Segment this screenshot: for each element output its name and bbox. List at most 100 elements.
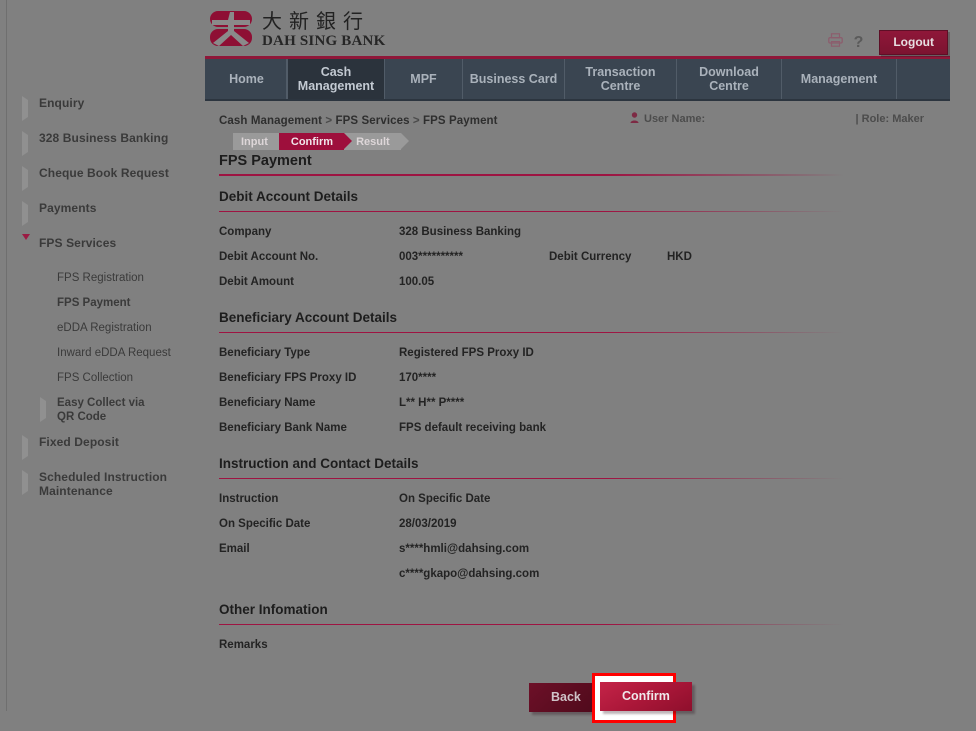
sidebar-item-scheduled-instruction-maintenance[interactable]: Scheduled Instruction Maintenance bbox=[22, 470, 200, 498]
main-panel: 大新銀行 DAH SING BANK ? Logout Home Cash Ma… bbox=[205, 0, 950, 731]
triangle-down-icon bbox=[22, 234, 34, 258]
field-value: 328 Business Banking bbox=[399, 226, 522, 238]
tab-management[interactable]: Management bbox=[782, 59, 897, 99]
tab-home[interactable]: Home bbox=[207, 59, 287, 99]
sidebar-item-label: FPS Services bbox=[39, 236, 117, 250]
sidebar-item-edda-registration[interactable]: eDDA Registration bbox=[40, 321, 200, 335]
table-row: Debit Amount 100.05 bbox=[219, 275, 692, 300]
field-value bbox=[399, 638, 549, 663]
table-row: Instruction On Specific Date bbox=[219, 492, 649, 517]
sidebar-item-label: 328 Business Banking bbox=[39, 131, 169, 145]
breadcrumb-row: Cash Management > FPS Services > FPS Pay… bbox=[205, 101, 950, 150]
other-information-table: Remarks bbox=[219, 638, 549, 663]
field-label: On Specific Date bbox=[219, 518, 311, 530]
section-divider bbox=[219, 211, 844, 212]
tab-mpf[interactable]: MPF bbox=[385, 59, 463, 99]
triangle-right-icon bbox=[40, 397, 51, 422]
section-title-instruction-and-contact-details: Instruction and Contact Details bbox=[219, 456, 419, 471]
field-label: Remarks bbox=[219, 639, 268, 651]
step-result: Result bbox=[344, 133, 409, 150]
logout-button[interactable]: Logout bbox=[879, 30, 948, 55]
sidebar-item-fps-payment[interactable]: FPS Payment bbox=[40, 296, 200, 310]
brand-wordmark: DAH SING BANK bbox=[262, 33, 386, 49]
sidebar-item-label: Enquiry bbox=[39, 96, 85, 110]
field-label: Debit Amount bbox=[219, 276, 294, 288]
sidebar-item-label: FPS Payment bbox=[57, 297, 131, 309]
tab-business-card[interactable]: Business Card bbox=[463, 59, 565, 99]
field-value: FPS default receiving bank bbox=[399, 422, 546, 434]
debit-account-details-table: Company 328 Business Banking Debit Accou… bbox=[219, 225, 692, 300]
tab-download-centre[interactable]: Download Centre bbox=[677, 59, 782, 99]
field-value: 28/03/2019 bbox=[399, 518, 457, 530]
sidebar-item-fps-collection[interactable]: FPS Collection bbox=[40, 371, 200, 385]
help-icon[interactable]: ? bbox=[854, 34, 864, 50]
triangle-right-icon bbox=[22, 166, 34, 191]
triangle-right-icon bbox=[22, 96, 34, 121]
section-title-other-information: Other Infomation bbox=[219, 602, 328, 617]
field-label: Beneficiary Name bbox=[219, 397, 316, 409]
bank-logo[interactable]: 大新銀行 DAH SING BANK bbox=[208, 10, 385, 50]
field-value: s****hmli@dahsing.com bbox=[399, 543, 530, 555]
table-row: Remarks bbox=[219, 638, 549, 663]
sidebar-item-fps-registration[interactable]: FPS Registration bbox=[40, 271, 200, 285]
sidebar-item-label: Payments bbox=[39, 201, 97, 215]
table-row: On Specific Date 28/03/2019 bbox=[219, 517, 649, 542]
sidebar-item-label: FPS Registration bbox=[57, 272, 144, 284]
field-label bbox=[219, 567, 399, 592]
page-title-divider bbox=[219, 174, 844, 176]
instruction-contact-details-table: Instruction On Specific Date On Specific… bbox=[219, 492, 649, 592]
table-row: Beneficiary Type Registered FPS Proxy ID bbox=[219, 346, 649, 371]
section-title-debit-account-details: Debit Account Details bbox=[219, 189, 359, 204]
breadcrumb-separator: > bbox=[322, 115, 336, 127]
tab-cash-management[interactable]: Cash Management bbox=[287, 59, 385, 99]
sidebar-item-label: Scheduled Instruction Maintenance bbox=[39, 470, 168, 498]
page-content: FPS Payment Debit Account Details Compan… bbox=[205, 153, 950, 731]
breadcrumb-separator: > bbox=[409, 115, 424, 127]
sidebar-item-328-business-banking[interactable]: 328 Business Banking bbox=[22, 131, 200, 156]
brand-header: 大新銀行 DAH SING BANK ? Logout bbox=[205, 0, 950, 56]
sidebar-item-fixed-deposit[interactable]: Fixed Deposit bbox=[22, 435, 200, 460]
breadcrumb-item-fps-services[interactable]: FPS Services bbox=[336, 115, 410, 127]
brand-name-cn: 大新銀行 bbox=[262, 9, 370, 33]
tab-transaction-centre[interactable]: Transaction Centre bbox=[565, 59, 677, 99]
page-title: FPS Payment bbox=[219, 153, 312, 169]
table-row: Email s****hmli@dahsing.com bbox=[219, 542, 649, 567]
field-value: 170**** bbox=[399, 372, 437, 384]
field-label: Company bbox=[219, 226, 272, 238]
section-divider bbox=[219, 332, 844, 333]
sidebar-item-inward-edda-request[interactable]: Inward eDDA Request bbox=[40, 346, 200, 360]
confirm-button[interactable]: Confirm bbox=[600, 682, 692, 711]
print-icon[interactable] bbox=[827, 33, 843, 52]
action-button-row: Back Confirm bbox=[219, 673, 950, 731]
sidebar-item-fps-services[interactable]: FPS Services bbox=[22, 234, 200, 258]
sidebar-item-enquiry[interactable]: Enquiry bbox=[22, 96, 200, 121]
sidebar-item-label: eDDA Registration bbox=[57, 322, 152, 334]
sidebar-item-easy-collect-via-qr-code[interactable]: Easy Collect via QR Code bbox=[40, 396, 200, 424]
main-navigation-tabs: Home Cash Management MPF Business Card T… bbox=[205, 59, 950, 101]
sidebar-item-label: Inward eDDA Request bbox=[57, 347, 171, 359]
breadcrumb-item-cash-management[interactable]: Cash Management bbox=[219, 115, 322, 127]
page-left-rule bbox=[6, 0, 7, 711]
user-icon bbox=[630, 112, 639, 126]
field-label: Debit Currency bbox=[549, 251, 632, 263]
table-row: Beneficiary Name L** H** P**** bbox=[219, 396, 649, 421]
sidebar-item-payments[interactable]: Payments bbox=[22, 201, 200, 226]
step-input[interactable]: Input bbox=[233, 133, 287, 150]
confirm-button-highlight: Confirm bbox=[592, 673, 692, 723]
field-value: On Specific Date bbox=[399, 493, 491, 505]
field-value: HKD bbox=[667, 251, 692, 263]
field-label: Beneficiary Type bbox=[219, 347, 311, 359]
table-row: Company 328 Business Banking bbox=[219, 225, 692, 250]
triangle-right-icon bbox=[22, 201, 34, 226]
field-value-secondary-email: c****gkapo@dahsing.com bbox=[399, 568, 540, 580]
header-tools: ? Logout bbox=[827, 30, 948, 55]
breadcrumb: Cash Management > FPS Services > FPS Pay… bbox=[219, 115, 498, 127]
sidebar-item-label: Fixed Deposit bbox=[39, 435, 119, 449]
user-info: User Name: | Role: Maker bbox=[630, 112, 950, 126]
field-value: 100.05 bbox=[399, 276, 435, 288]
sidebar: Enquiry 328 Business Banking Cheque Book… bbox=[22, 96, 200, 511]
table-row: c****gkapo@dahsing.com bbox=[219, 567, 649, 592]
beneficiary-account-details-table: Beneficiary Type Registered FPS Proxy ID… bbox=[219, 346, 649, 446]
sidebar-item-cheque-book-request[interactable]: Cheque Book Request bbox=[22, 166, 200, 191]
table-row: Beneficiary Bank Name FPS default receiv… bbox=[219, 421, 649, 446]
